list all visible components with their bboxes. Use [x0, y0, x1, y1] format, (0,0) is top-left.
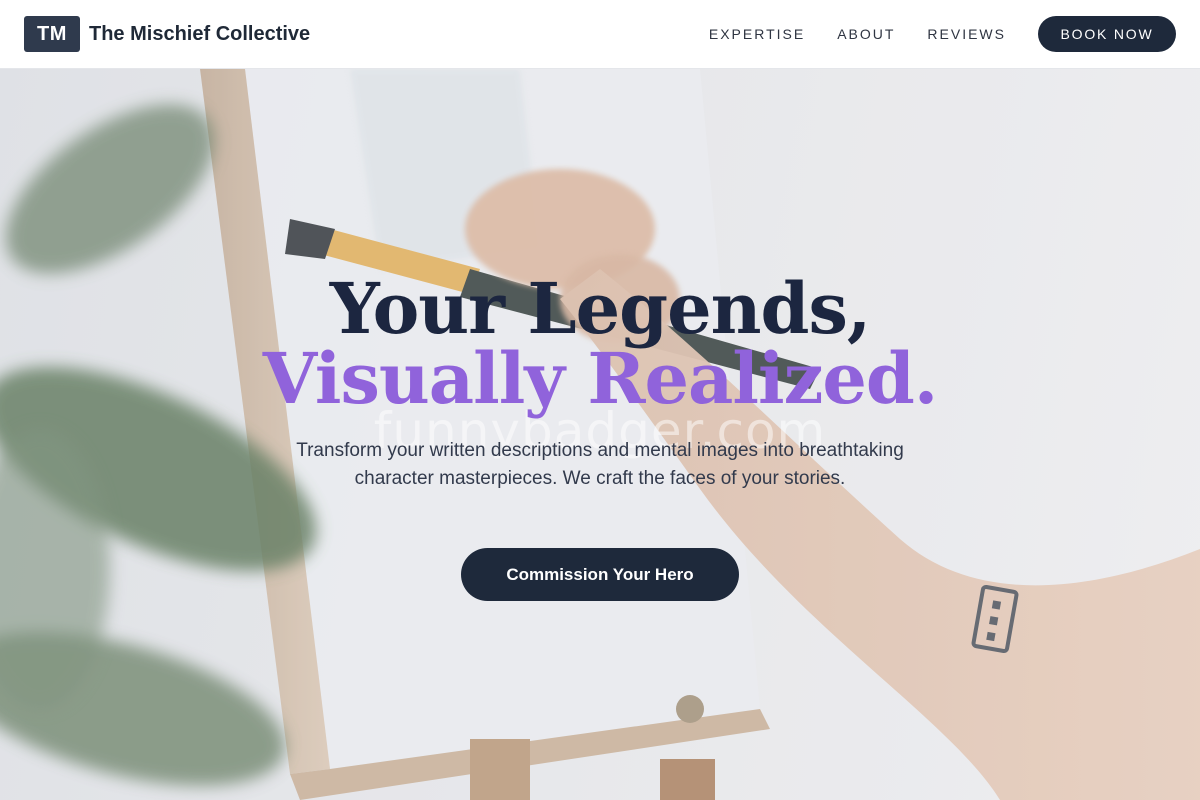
book-now-button[interactable]: BOOK NOW — [1038, 16, 1176, 52]
main-nav: EXPERTISE ABOUT REVIEWS BOOK NOW — [677, 16, 1176, 52]
nav-link-about[interactable]: ABOUT — [837, 26, 895, 42]
hero-headline-line2: Visually Realized. — [262, 337, 938, 420]
nav-link-reviews[interactable]: REVIEWS — [927, 26, 1006, 42]
hero-section: funnybadger.com Your Legends, Visually R… — [0, 69, 1200, 800]
hero-content: funnybadger.com Your Legends, Visually R… — [0, 69, 1200, 800]
brand[interactable]: TM The Mischief Collective — [24, 16, 310, 52]
site-header: TM The Mischief Collective EXPERTISE ABO… — [0, 0, 1200, 69]
commission-hero-button[interactable]: Commission Your Hero — [461, 548, 739, 601]
brand-name[interactable]: The Mischief Collective — [89, 23, 310, 46]
hero-subtitle: Transform your written descriptions and … — [296, 440, 904, 489]
logo-badge[interactable]: TM — [24, 16, 80, 52]
nav-link-expertise[interactable]: EXPERTISE — [709, 26, 805, 42]
